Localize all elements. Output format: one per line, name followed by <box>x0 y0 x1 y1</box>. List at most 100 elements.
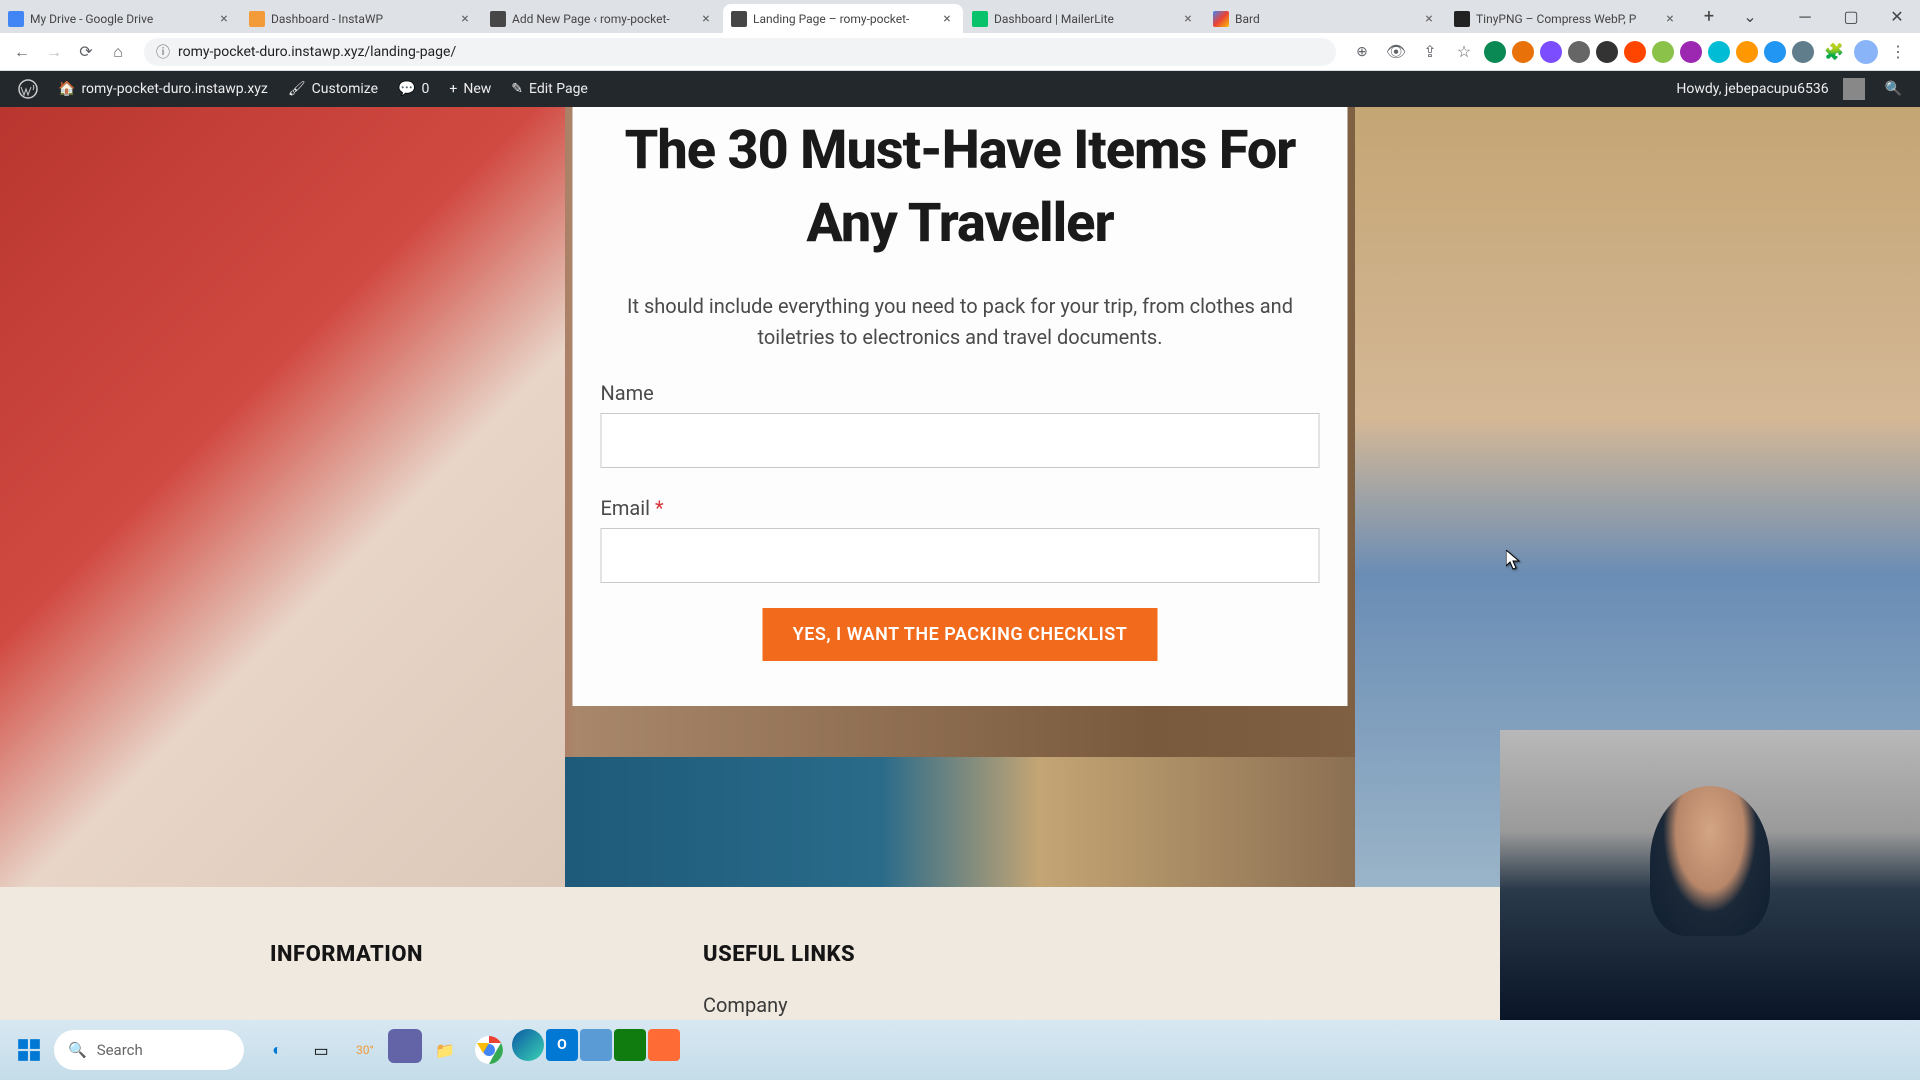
start-button[interactable] <box>8 1029 50 1071</box>
webcam-overlay <box>1500 730 1920 1020</box>
weather-widget[interactable]: 30° <box>344 1029 386 1071</box>
site-name: romy-pocket-duro.instawp.xyz <box>81 81 267 97</box>
new-link[interactable]: + New <box>439 71 501 107</box>
reload-button[interactable]: ⟳ <box>72 38 100 66</box>
drive-icon <box>8 11 24 27</box>
bookmark-icon[interactable]: ☆ <box>1450 38 1478 66</box>
search-placeholder: Search <box>97 1041 143 1059</box>
customize-link[interactable]: 🖌 Customize <box>278 71 388 107</box>
extension-icon[interactable] <box>1652 41 1674 63</box>
brush-icon: 🖌 <box>288 81 306 97</box>
app-icon[interactable] <box>580 1029 612 1061</box>
footer-heading: USEFUL LINKS <box>703 942 855 967</box>
minimize-button[interactable]: ─ <box>1782 0 1828 33</box>
home-icon: 🏠 <box>58 81 75 97</box>
maximize-button[interactable]: ▢ <box>1828 0 1874 33</box>
submit-button[interactable]: YES, I WANT THE PACKING CHECKLIST <box>763 608 1158 661</box>
pencil-icon: ✎ <box>511 81 523 97</box>
eye-off-icon[interactable]: 👁 <box>1382 38 1410 66</box>
tinypng-icon <box>1454 11 1470 27</box>
site-info-icon[interactable]: ⓘ <box>156 42 170 62</box>
edge-icon[interactable] <box>512 1029 544 1061</box>
search-icon: 🔍 <box>1885 81 1902 97</box>
tab-landing-page[interactable]: Landing Page – romy-pocket- × <box>723 4 963 33</box>
tab-title: Dashboard - InstaWP <box>271 12 453 26</box>
close-icon[interactable]: × <box>698 11 714 27</box>
plus-icon: + <box>449 81 457 97</box>
comment-count: 0 <box>422 81 430 97</box>
windows-icon <box>16 1037 42 1063</box>
customize-label: Customize <box>312 81 378 97</box>
tab-google-drive[interactable]: My Drive - Google Drive × <box>0 4 240 33</box>
email-input[interactable] <box>601 528 1320 583</box>
comments-link[interactable]: 💬 0 <box>388 71 439 107</box>
name-label: Name <box>601 381 1320 405</box>
profile-avatar[interactable] <box>1854 40 1878 64</box>
extension-icon[interactable] <box>1568 41 1590 63</box>
share-icon[interactable]: ⇪ <box>1416 38 1444 66</box>
mailerlite-icon <box>972 11 988 27</box>
extension-icon[interactable] <box>1540 41 1562 63</box>
chrome-icon[interactable] <box>468 1029 510 1071</box>
outlook-icon[interactable]: O <box>546 1029 578 1061</box>
extension-icon[interactable] <box>1512 41 1534 63</box>
extensions-button[interactable]: 🧩 <box>1820 38 1848 66</box>
chrome-menu-button[interactable]: ⋮ <box>1884 38 1912 66</box>
footer-link-company[interactable]: Company <box>703 993 855 1017</box>
instawp-icon <box>249 11 265 27</box>
extension-icon[interactable] <box>1680 41 1702 63</box>
account-link[interactable]: Howdy, jebepacupu6536 <box>1666 78 1874 100</box>
url-text: romy-pocket-duro.instawp.xyz/landing-pag… <box>178 44 1324 60</box>
name-input[interactable] <box>601 413 1320 468</box>
tab-dropdown-button[interactable]: ⌄ <box>1727 0 1773 33</box>
close-icon[interactable]: × <box>457 11 473 27</box>
extension-icon[interactable] <box>1708 41 1730 63</box>
close-icon[interactable]: × <box>939 11 955 27</box>
close-icon[interactable]: × <box>1421 11 1437 27</box>
url-field[interactable]: ⓘ romy-pocket-duro.instawp.xyz/landing-p… <box>144 38 1336 66</box>
wordpress-icon <box>490 11 506 27</box>
taskbar-search[interactable]: 🔍 Search <box>54 1030 244 1070</box>
zoom-icon[interactable]: ⊕ <box>1348 38 1376 66</box>
extension-icon[interactable] <box>1764 41 1786 63</box>
address-bar: ← → ⟳ ⌂ ⓘ romy-pocket-duro.instawp.xyz/l… <box>0 33 1920 71</box>
close-icon[interactable]: × <box>216 11 232 27</box>
close-icon[interactable]: × <box>1180 11 1196 27</box>
close-icon[interactable]: × <box>1662 11 1678 27</box>
extension-icon[interactable] <box>1792 41 1814 63</box>
back-button[interactable]: ← <box>8 38 36 66</box>
camtasia-icon[interactable] <box>648 1029 680 1061</box>
tab-title: Landing Page – romy-pocket- <box>753 12 935 26</box>
search-toggle[interactable]: 🔍 <box>1875 81 1912 97</box>
edit-page-link[interactable]: ✎ Edit Page <box>501 71 598 107</box>
close-window-button[interactable]: ✕ <box>1874 0 1920 33</box>
greeting-text: Howdy, jebepacupu6536 <box>1676 81 1828 97</box>
extension-icon[interactable] <box>1596 41 1618 63</box>
site-name-link[interactable]: 🏠 romy-pocket-duro.instawp.xyz <box>48 71 278 107</box>
app-icon[interactable] <box>614 1029 646 1061</box>
email-label-text: Email <box>601 496 651 520</box>
copilot-icon[interactable]: ◐ <box>256 1029 298 1071</box>
extension-icon[interactable] <box>1624 41 1646 63</box>
task-view-button[interactable]: ▭ <box>300 1029 342 1071</box>
new-tab-button[interactable]: + <box>1695 3 1723 31</box>
file-explorer-icon[interactable]: 📁 <box>424 1029 466 1071</box>
wp-logo[interactable] <box>8 71 48 107</box>
window-controls: ─ ▢ ✕ <box>1782 0 1920 33</box>
windows-taskbar: 🔍 Search ◐ ▭ 30° 📁 O <box>0 1020 1920 1080</box>
forward-button[interactable]: → <box>40 38 68 66</box>
extension-icon[interactable] <box>1484 41 1506 63</box>
tab-tinypng[interactable]: TinyPNG – Compress WebP, P × <box>1446 4 1686 33</box>
tab-bard[interactable]: Bard × <box>1205 4 1445 33</box>
email-field-group: Email * <box>601 496 1320 583</box>
home-button[interactable]: ⌂ <box>104 38 132 66</box>
tab-add-page[interactable]: Add New Page ‹ romy-pocket- × <box>482 4 722 33</box>
email-label: Email * <box>601 496 1320 520</box>
tab-title: Dashboard | MailerLite <box>994 12 1176 26</box>
teams-icon[interactable] <box>388 1029 422 1063</box>
tab-mailerlite[interactable]: Dashboard | MailerLite × <box>964 4 1204 33</box>
tab-instawp[interactable]: Dashboard - InstaWP × <box>241 4 481 33</box>
taskbar-apps: ◐ ▭ 30° 📁 O <box>256 1029 680 1071</box>
wordpress-icon <box>18 79 38 99</box>
extension-icon[interactable] <box>1736 41 1758 63</box>
